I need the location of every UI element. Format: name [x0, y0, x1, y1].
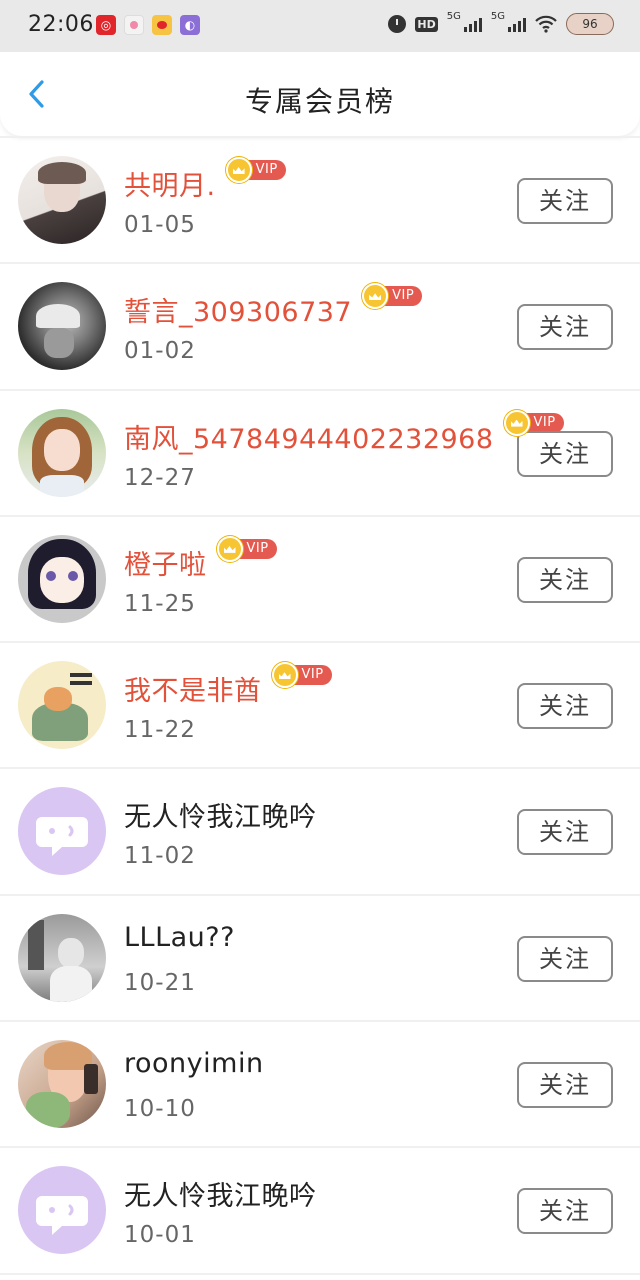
default-avatar-chat-icon [36, 1196, 88, 1236]
network-type-1: 5G [446, 11, 461, 22]
follow-button[interactable]: 关注 [517, 1188, 613, 1235]
follow-button[interactable]: 关注 [517, 430, 613, 477]
member-date: 10-21 [124, 969, 196, 996]
member-date: 01-02 [124, 338, 196, 365]
member-name-text: roonyimin [124, 1048, 264, 1080]
avatar[interactable] [18, 913, 106, 1002]
avatar[interactable] [18, 1040, 106, 1129]
status-time: 22:06 [28, 12, 94, 37]
vip-badge: VIP [225, 157, 286, 183]
crown-icon [225, 157, 252, 183]
member-name[interactable]: 南风_54784944402232968 VIP [124, 409, 564, 456]
status-bar: 22:06 ◎ ◐ HD 5G 5G 96 [0, 0, 640, 52]
follow-button[interactable]: 关注 [517, 178, 613, 224]
member-name-text: 无人怜我江晚吟 [124, 802, 317, 834]
header: 专属会员榜 [0, 52, 640, 136]
netease-music-icon: ◎ [96, 15, 116, 35]
member-name-text: 南风_54784944402232968 [124, 423, 494, 455]
signal-icon [463, 16, 482, 32]
member-name-text: 我不是非酋 [124, 676, 262, 708]
follow-button[interactable]: 关注 [517, 935, 613, 982]
vip-badge: VIP [216, 535, 277, 562]
avatar[interactable] [18, 787, 106, 876]
follow-button[interactable]: 关注 [517, 1062, 613, 1109]
weibo-icon [152, 15, 172, 35]
member-name[interactable]: LLLau?? [124, 922, 235, 953]
follow-button[interactable]: 关注 [517, 809, 613, 856]
member-list: 共明月. VIP 01-05 关注 誓言_309306737 VIP 01-02 关… [0, 138, 640, 1275]
member-date: 11-22 [124, 717, 196, 744]
member-name-text: LLLau?? [124, 921, 235, 953]
vip-badge: VIP [271, 662, 332, 689]
avatar[interactable] [18, 534, 106, 623]
member-name[interactable]: 誓言_309306737 VIP [124, 283, 423, 329]
list-item[interactable]: 誓言_309306737 VIP 01-02 关注 [0, 264, 640, 391]
member-name-text: 共明月. [124, 171, 216, 202]
member-date: 11-02 [124, 843, 196, 870]
member-date: 01-05 [124, 212, 196, 238]
signal-icon [508, 16, 526, 32]
member-date: 12-27 [124, 464, 196, 491]
member-name[interactable]: 无人怜我江晚吟 [124, 795, 317, 834]
app-icon [124, 15, 144, 35]
wifi-icon [535, 15, 557, 33]
member-date: 11-25 [124, 590, 196, 617]
avatar[interactable] [18, 156, 106, 244]
crown-icon [216, 535, 243, 562]
member-name[interactable]: 共明月. VIP [124, 157, 286, 203]
list-item[interactable]: 我不是非酋 VIP 11-22 关注 [0, 643, 640, 770]
crown-icon [503, 409, 530, 436]
member-name[interactable]: 无人怜我江晚吟 [124, 1174, 317, 1213]
battery-level: 96 [582, 17, 598, 31]
avatar[interactable] [18, 408, 106, 497]
list-item[interactable]: 无人怜我江晚吟 11-02 关注 [0, 769, 640, 896]
page-title: 专属会员榜 [244, 85, 395, 118]
default-avatar-chat-icon [36, 817, 88, 857]
member-date: 10-01 [124, 1222, 196, 1249]
avatar[interactable] [18, 661, 106, 750]
list-item[interactable]: LLLau?? 10-21 关注 [0, 896, 640, 1023]
battery-icon: 96 [566, 13, 614, 35]
list-item[interactable]: 橙子啦 VIP 11-25 关注 [0, 517, 640, 644]
member-date: 10-10 [124, 1096, 196, 1123]
network-type-2: 5G [490, 11, 505, 22]
notification-icons: ◎ ◐ [96, 15, 200, 35]
vip-badge: VIP [362, 283, 423, 310]
member-name[interactable]: 橙子啦 VIP [124, 535, 277, 582]
member-name-text: 誓言_309306737 [124, 297, 353, 329]
follow-button[interactable]: 关注 [517, 683, 613, 730]
member-name-text: 橙子啦 [124, 549, 207, 581]
crown-icon [271, 662, 298, 689]
follow-button[interactable]: 关注 [517, 556, 613, 603]
app-icon-purple: ◐ [180, 15, 200, 35]
member-name-text: 无人怜我江晚吟 [124, 1181, 317, 1213]
avatar[interactable] [18, 1166, 106, 1255]
system-indicators: HD 5G 5G 96 [388, 11, 614, 35]
list-item[interactable]: 共明月. VIP 01-05 关注 [0, 138, 640, 265]
follow-button[interactable]: 关注 [517, 304, 613, 351]
member-name[interactable]: roonyimin [124, 1048, 264, 1079]
member-name[interactable]: 我不是非酋 VIP [124, 662, 332, 708]
list-item[interactable]: 南风_54784944402232968 VIP 12-27 关注 [0, 391, 640, 517]
list-item[interactable]: roonyimin 10-10 关注 [0, 1022, 640, 1149]
alarm-icon [388, 15, 407, 33]
list-item[interactable]: 无人怜我江晚吟 10-01 关注 [0, 1148, 640, 1275]
avatar[interactable] [18, 282, 106, 371]
hd-badge: HD [415, 16, 438, 32]
